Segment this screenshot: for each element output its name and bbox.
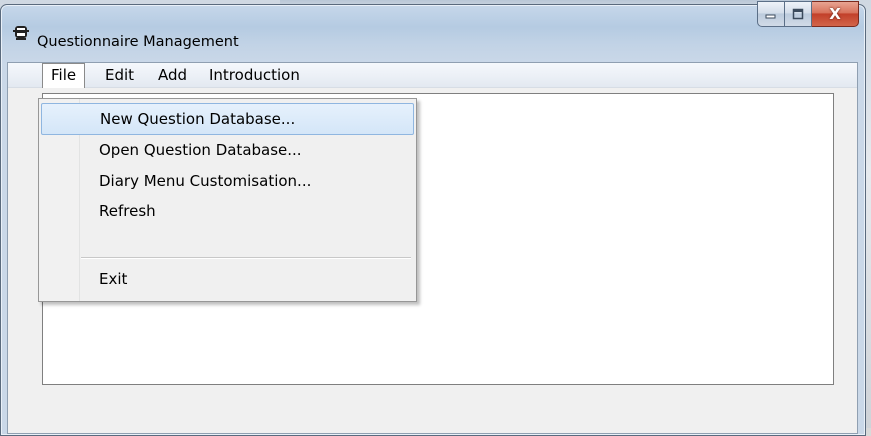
- caption-buttons: X: [757, 1, 859, 27]
- menu-file[interactable]: File: [42, 63, 86, 88]
- questionnaire-app-icon: [13, 26, 29, 40]
- window-title: Questionnaire Management: [37, 34, 239, 50]
- menu-item-label: Diary Menu Customisation...: [99, 172, 312, 190]
- maximize-button[interactable]: [785, 1, 812, 27]
- maximize-icon: [792, 8, 804, 20]
- menu-item-label: Open Question Database...: [99, 141, 302, 159]
- menu-item-label: New Question Database...: [100, 110, 296, 128]
- menu-edit[interactable]: Edit: [97, 64, 142, 86]
- menu-bar: File Edit Add Introduction: [8, 63, 857, 88]
- minimize-icon: [765, 14, 776, 19]
- title-bar[interactable]: Questionnaire Management X: [1, 1, 865, 65]
- minimize-button[interactable]: [757, 1, 785, 27]
- close-button[interactable]: X: [812, 1, 859, 27]
- menu-separator: [81, 257, 411, 259]
- file-menu-dropdown: New Question Database... Open Question D…: [38, 98, 417, 302]
- menu-item-exit[interactable]: Exit: [41, 264, 412, 294]
- menu-item-label: Refresh: [99, 202, 156, 220]
- menu-item-diary-menu-customisation[interactable]: Diary Menu Customisation...: [41, 166, 412, 196]
- menu-item-new-question-database[interactable]: New Question Database...: [41, 103, 414, 135]
- menu-item-refresh[interactable]: Refresh: [41, 196, 412, 226]
- close-icon: X: [829, 5, 841, 23]
- menu-introduction[interactable]: Introduction: [201, 64, 308, 86]
- menu-item-label: Exit: [99, 270, 128, 288]
- menu-add[interactable]: Add: [150, 64, 195, 86]
- menu-item-open-question-database[interactable]: Open Question Database...: [41, 135, 412, 165]
